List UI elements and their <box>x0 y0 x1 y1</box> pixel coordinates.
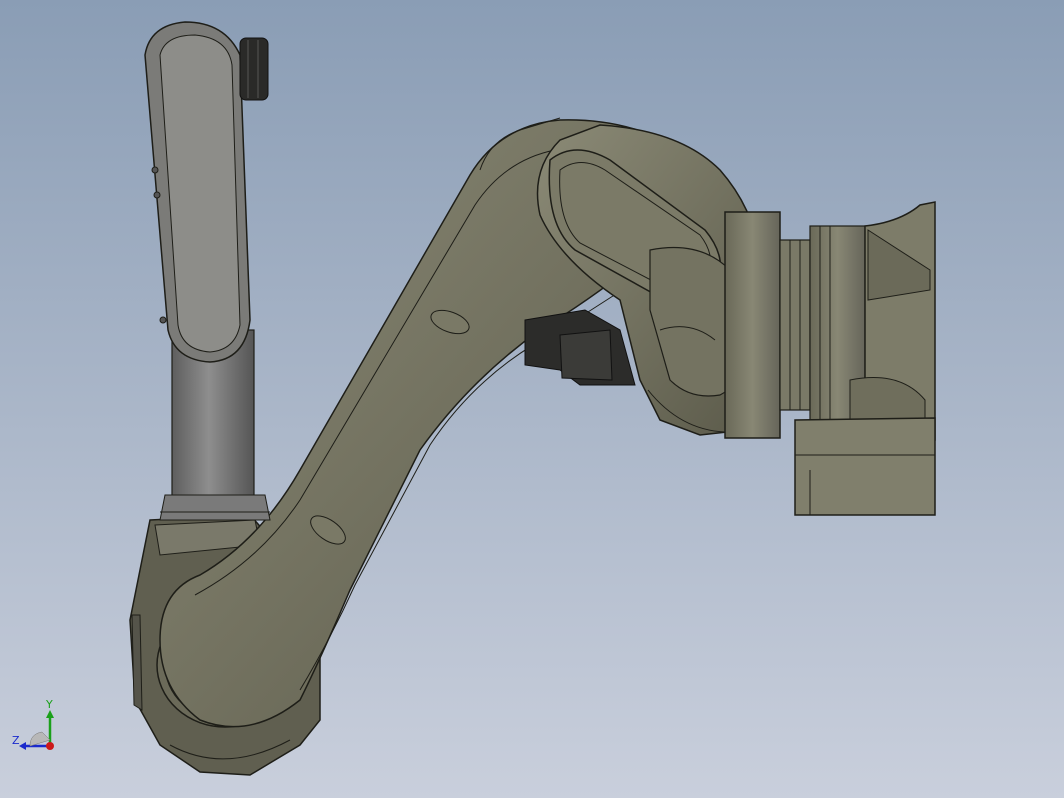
wrist-flange[interactable] <box>724 211 866 439</box>
upper-arm-link[interactable] <box>144 21 251 363</box>
3d-viewport[interactable]: Y Z <box>0 0 1064 798</box>
triad-y-label: Y <box>46 698 53 711</box>
top-cap[interactable] <box>239 37 269 101</box>
triad-z-label: Z <box>12 734 20 747</box>
motor-block[interactable] <box>524 309 636 386</box>
robot-arm-model[interactable] <box>0 0 1064 798</box>
triad-axes-icon <box>19 710 54 750</box>
coordinate-triad: Y Z <box>10 698 70 758</box>
